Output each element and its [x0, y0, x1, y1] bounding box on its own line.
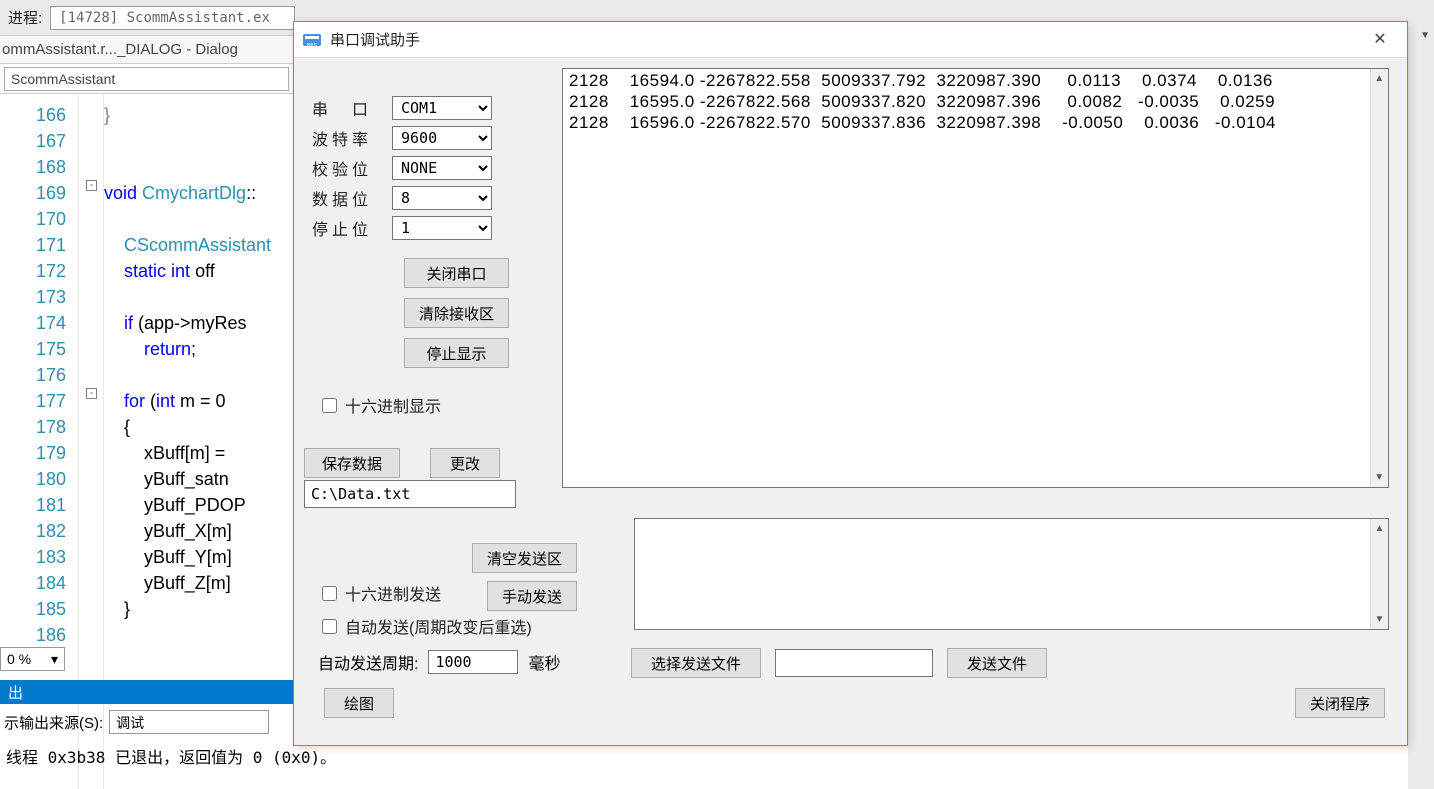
receive-textarea[interactable]: 2128 16594.0 -2267822.558 5009337.792 32… [562, 68, 1389, 488]
choose-file-button[interactable]: 选择发送文件 [631, 648, 761, 678]
parity-select[interactable]: NONE [392, 156, 492, 180]
process-label: 进程: [8, 7, 42, 28]
right-edge-panel: ▼ [1408, 0, 1434, 789]
app-icon: BBS [302, 30, 322, 50]
recv-scrollbar[interactable]: ▲ ▼ [1370, 69, 1388, 487]
hex-display-checkbox[interactable] [322, 398, 337, 413]
dropdown-arrow-icon[interactable]: ▼ [1420, 30, 1430, 41]
send-button-column: 清空发送区 手动发送 [472, 543, 577, 611]
databits-select[interactable]: 8 [392, 186, 492, 210]
clear-send-button[interactable]: 清空发送区 [472, 543, 577, 573]
send-scrollbar[interactable]: ▲ ▼ [1370, 519, 1388, 629]
save-data-button[interactable]: 保存数据 [304, 448, 400, 478]
file-row: 选择发送文件 发送文件 [631, 648, 1047, 678]
dialog-titlebar[interactable]: BBS 串口调试助手 ✕ [294, 22, 1407, 58]
save-path-input[interactable] [304, 480, 516, 508]
output-source-combo[interactable]: 调试 [109, 710, 269, 734]
output-source-label: 示输出来源(S): [4, 712, 103, 733]
port-select[interactable]: COM1 [392, 96, 492, 120]
hex-send-label: 十六进制发送 [345, 581, 441, 605]
close-program-button[interactable]: 关闭程序 [1295, 688, 1385, 718]
hex-send-checkbox[interactable] [322, 586, 337, 601]
stop-display-button[interactable]: 停止显示 [404, 338, 509, 368]
baud-label: 波特率 [312, 126, 392, 150]
period-unit: 毫秒 [528, 650, 560, 674]
ide-tab-label[interactable]: ommAssistant.r..._DIALOG - Dialog [2, 41, 238, 58]
serial-config: 串口 COM1 波特率 9600 校验位 NONE 数据位 8 停止位 1 [312, 93, 562, 243]
parity-label: 校验位 [312, 156, 392, 180]
close-icon[interactable]: ✕ [1365, 25, 1395, 55]
auto-send-row: 自动发送(周期改变后重选) [322, 614, 532, 638]
close-port-button[interactable]: 关闭串口 [404, 258, 509, 288]
hex-send-row: 十六进制发送 [322, 581, 441, 605]
databits-label: 数据位 [312, 186, 392, 210]
dialog-body: 串口 COM1 波特率 9600 校验位 NONE 数据位 8 停止位 1 关闭… [294, 58, 1407, 745]
chevron-down-icon: ▾ [51, 651, 58, 668]
scroll-down-icon[interactable]: ▼ [1374, 468, 1384, 487]
scroll-up-icon[interactable]: ▲ [1374, 69, 1384, 88]
save-row: 保存数据 更改 [304, 448, 500, 478]
serial-debug-dialog: BBS 串口调试助手 ✕ 串口 COM1 波特率 9600 校验位 NONE 数… [293, 21, 1408, 746]
file-path-box [775, 649, 933, 677]
dialog-title: 串口调试助手 [330, 29, 420, 50]
baud-select[interactable]: 9600 [392, 126, 492, 150]
output-text: 线程 0x3b38 已退出，返回值为 0 (0x0)。 [0, 740, 342, 772]
svg-text:BBS: BBS [307, 43, 318, 49]
clear-recv-button[interactable]: 清除接收区 [404, 298, 509, 328]
fold-minus-icon[interactable]: - [86, 180, 97, 191]
scope-combo[interactable]: ScommAssistant [4, 67, 289, 91]
send-textarea[interactable]: ▲ ▼ [634, 518, 1389, 630]
zoom-combo[interactable]: 0 %▾ [0, 647, 65, 671]
send-file-button[interactable]: 发送文件 [947, 648, 1047, 678]
auto-send-checkbox[interactable] [322, 619, 337, 634]
hex-display-row: 十六进制显示 [322, 393, 441, 417]
manual-send-button[interactable]: 手动发送 [487, 581, 577, 611]
stopbits-select[interactable]: 1 [392, 216, 492, 240]
period-input[interactable] [428, 650, 518, 674]
scroll-up-icon[interactable]: ▲ [1375, 519, 1385, 538]
plot-button[interactable]: 绘图 [324, 688, 394, 718]
port-label: 串口 [312, 96, 392, 120]
fold-minus-icon[interactable]: - [86, 388, 97, 399]
hex-display-label: 十六进制显示 [345, 393, 441, 417]
period-row: 自动发送周期: 毫秒 [318, 650, 560, 674]
change-path-button[interactable]: 更改 [430, 448, 500, 478]
port-button-column: 关闭串口 清除接收区 停止显示 [404, 258, 509, 368]
scroll-down-icon[interactable]: ▼ [1375, 610, 1385, 629]
auto-send-label: 自动发送(周期改变后重选) [345, 614, 532, 638]
period-label: 自动发送周期: [318, 650, 418, 674]
process-combo[interactable]: [14728] ScommAssistant.ex [50, 6, 295, 30]
stopbits-label: 停止位 [312, 216, 392, 240]
